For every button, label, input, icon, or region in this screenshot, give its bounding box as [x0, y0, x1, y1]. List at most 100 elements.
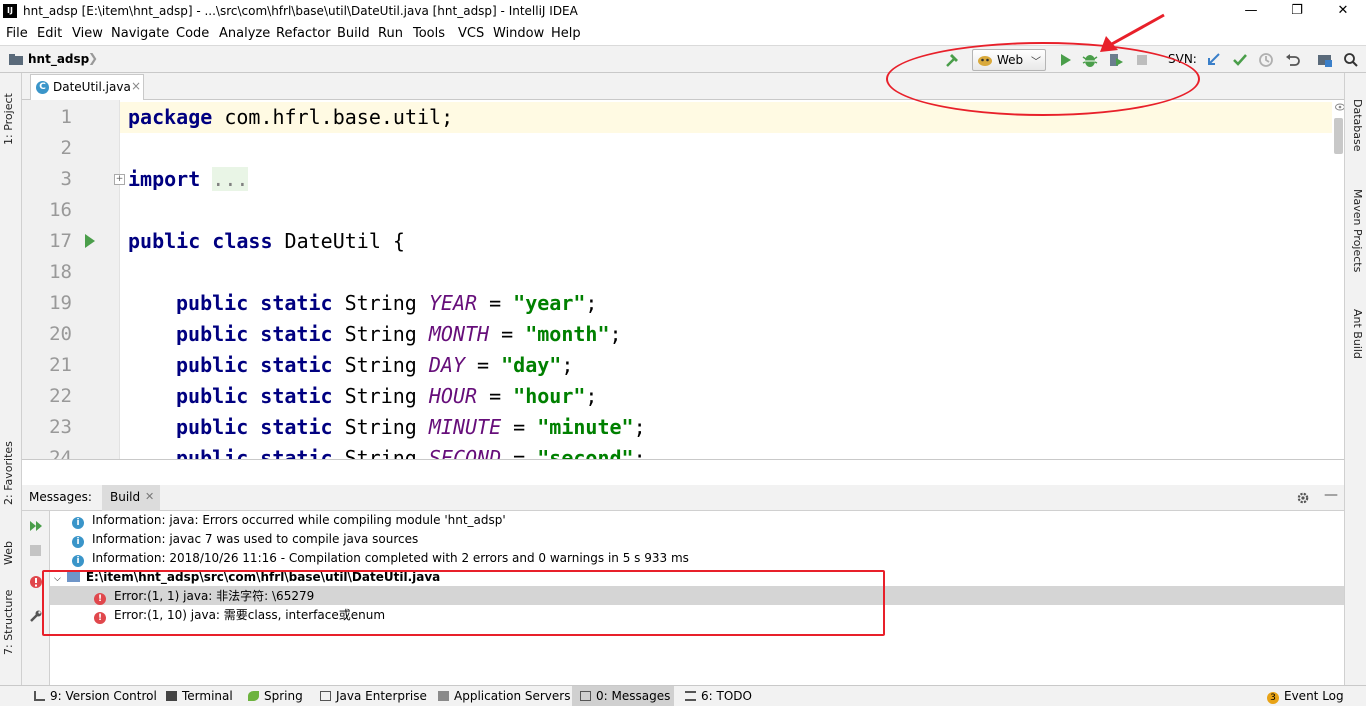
tool-java-enterprise[interactable]: Java Enterprise: [320, 689, 427, 703]
code-text: DateUtil {: [272, 229, 405, 253]
string-literal: "month": [525, 322, 610, 346]
tool-label: Application Servers: [454, 689, 571, 703]
folded-imports[interactable]: ...: [212, 167, 249, 191]
vcs-icon: [34, 691, 45, 701]
menu-build[interactable]: Build: [337, 26, 370, 41]
history-icon[interactable]: [1257, 51, 1275, 69]
tool-label: 0: Messages: [596, 689, 671, 703]
editor-scrollbar-thumb[interactable]: [1334, 118, 1343, 154]
message-row[interactable]: i Information: java: Errors occurred whil…: [72, 511, 506, 530]
code-text: String: [332, 384, 429, 408]
code-text: ;: [633, 415, 646, 439]
eye-icon[interactable]: [1335, 103, 1344, 111]
info-icon: i: [72, 536, 84, 548]
stop-icon[interactable]: [1133, 51, 1151, 69]
run-with-coverage-icon[interactable]: [1107, 51, 1125, 69]
error-text: Error:(1, 1) java: 非法字符: \65279: [114, 589, 315, 603]
info-icon: i: [72, 555, 84, 567]
line-number: 16: [49, 199, 72, 221]
run-icon[interactable]: [1056, 51, 1074, 69]
menu-window[interactable]: Window: [493, 26, 544, 41]
svn-commit-icon[interactable]: [1231, 51, 1249, 69]
code-line: public static String MONTH = "month";: [176, 319, 622, 350]
tool-label: Event Log: [1284, 689, 1344, 703]
tool-tab-favorites[interactable]: 2: Favorites: [2, 437, 20, 505]
project-structure-icon[interactable]: [1316, 51, 1334, 69]
error-icon: !: [94, 593, 106, 605]
error-filter-icon[interactable]: [29, 575, 43, 589]
close-button[interactable]: ✕: [1320, 0, 1366, 23]
debug-icon[interactable]: [1081, 51, 1099, 69]
build-tab[interactable]: Build ✕: [102, 485, 160, 511]
tool-tab-project[interactable]: 1: Project: [2, 83, 20, 145]
gear-icon[interactable]: [1296, 491, 1310, 505]
message-row[interactable]: i Information: 2018/10/26 11:16 - Compila…: [72, 549, 689, 568]
menu-analyze[interactable]: Analyze: [219, 26, 270, 41]
restore-button[interactable]: ❐: [1274, 0, 1320, 23]
tool-application-servers[interactable]: Application Servers: [438, 689, 570, 703]
message-text: Information: javac 7 was used to compile…: [92, 532, 419, 546]
close-tab-icon[interactable]: ✕: [145, 490, 154, 503]
menu-code[interactable]: Code: [176, 26, 209, 41]
close-tab-icon[interactable]: ×: [131, 79, 141, 93]
error-row[interactable]: ! Error:(1, 10) java: 需要class, interface或…: [94, 606, 385, 625]
minimize-button[interactable]: —: [1228, 0, 1274, 23]
line-number: 24: [49, 447, 72, 459]
tool-messages[interactable]: 0: Messages: [580, 689, 670, 703]
svn-update-icon[interactable]: [1205, 51, 1223, 69]
wrench-icon[interactable]: [29, 609, 43, 623]
menu-refactor[interactable]: Refactor: [276, 26, 331, 41]
message-text: Information: java: Errors occurred while…: [92, 513, 506, 527]
menu-file[interactable]: File: [6, 26, 28, 41]
run-configuration-select[interactable]: Web ﹀: [972, 49, 1046, 71]
run-gutter-icon[interactable]: [84, 233, 96, 249]
tool-tab-database[interactable]: Database: [1348, 99, 1364, 155]
hide-panel-icon[interactable]: —: [1324, 487, 1338, 503]
messages-header: Messages: Build ✕ —: [22, 485, 1344, 511]
chevron-down-icon[interactable]: ⌵: [54, 574, 61, 584]
code-editor[interactable]: 1 2 3 16 17 18 19 20 21 22 23 24 + packa…: [22, 100, 1344, 459]
menu-view[interactable]: View: [72, 26, 103, 41]
server-icon: [438, 691, 449, 701]
fold-expand-icon[interactable]: +: [114, 174, 125, 185]
tool-version-control[interactable]: 9: Version Control: [34, 689, 157, 703]
field-name: MINUTE: [428, 415, 502, 439]
menu-navigate[interactable]: Navigate: [111, 26, 169, 41]
field-name: YEAR: [428, 291, 478, 315]
code-line: import ...: [128, 164, 249, 195]
menu-bar: File Edit View Navigate Code Analyze Ref…: [0, 23, 1366, 45]
menu-help[interactable]: Help: [551, 26, 581, 41]
code-text: ;: [561, 353, 574, 377]
left-tool-stripe: 1: Project 2: Favorites Web 7: Structure: [0, 73, 22, 685]
message-file-row[interactable]: ⌵ E:\item\hnt_adsp\src\com\hfrl\base\util…: [54, 568, 440, 587]
svn-label: SVN:: [1168, 52, 1197, 66]
tool-tab-maven[interactable]: Maven Projects: [1348, 189, 1364, 272]
breadcrumb-project[interactable]: hnt_adsp: [28, 52, 89, 66]
code-text: com.hfrl.base.util;: [212, 105, 454, 129]
tool-terminal[interactable]: Terminal: [166, 689, 233, 703]
menu-run[interactable]: Run: [378, 26, 403, 41]
tool-spring[interactable]: Spring: [248, 689, 303, 703]
tool-label: Java Enterprise: [336, 689, 427, 703]
menu-tools[interactable]: Tools: [413, 26, 445, 41]
menu-vcs[interactable]: VCS: [458, 26, 484, 41]
menu-edit[interactable]: Edit: [37, 26, 62, 41]
stop-icon[interactable]: [30, 545, 41, 556]
field-name: MONTH: [428, 322, 490, 346]
keyword: import: [128, 167, 201, 191]
info-icon: i: [72, 517, 84, 529]
search-icon[interactable]: [1342, 51, 1360, 69]
editor-tab-dateutil[interactable]: C DateUtil.java ×: [30, 74, 144, 100]
build-hammer-icon[interactable]: [944, 51, 962, 69]
tool-tab-ant-build[interactable]: Ant Build: [1348, 309, 1364, 361]
message-row[interactable]: i Information: javac 7 was used to compil…: [72, 530, 418, 549]
code-text: =: [501, 446, 538, 459]
error-row[interactable]: ! Error:(1, 1) java: 非法字符: \65279: [94, 587, 314, 606]
tool-tab-structure[interactable]: 7: Structure: [2, 590, 20, 655]
tool-todo[interactable]: 6: TODO: [685, 689, 752, 703]
tool-tab-web[interactable]: Web: [2, 535, 20, 565]
tool-event-log[interactable]: 3 Event Log: [1267, 689, 1344, 704]
java-class-icon: C: [36, 81, 49, 94]
revert-icon[interactable]: [1283, 51, 1301, 69]
rerun-icon[interactable]: [29, 520, 43, 532]
